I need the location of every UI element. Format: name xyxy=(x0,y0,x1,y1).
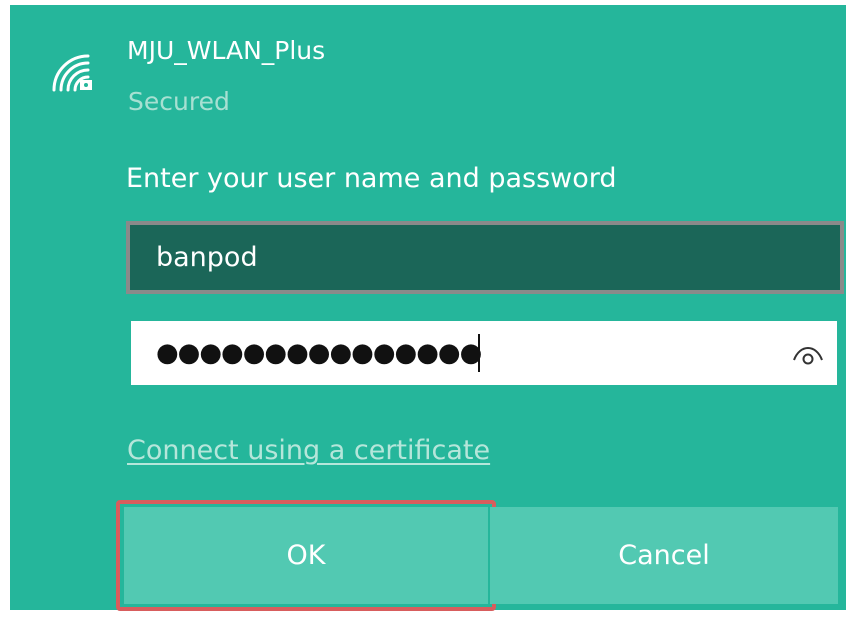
eye-icon[interactable] xyxy=(791,338,825,368)
connect-using-certificate-link[interactable]: Connect using a certificate xyxy=(127,435,490,466)
username-input[interactable]: banpod xyxy=(126,221,844,294)
password-masked-value: ●●●●●●●●●●●●●●● xyxy=(156,338,482,368)
network-name: MJU_WLAN_Plus xyxy=(127,36,326,65)
credentials-prompt: Enter your user name and password xyxy=(126,163,617,194)
password-input[interactable]: ●●●●●●●●●●●●●●● xyxy=(131,321,837,385)
text-caret xyxy=(478,334,480,372)
cancel-button[interactable]: Cancel xyxy=(490,507,838,604)
network-security-status: Secured xyxy=(128,87,230,116)
ok-button[interactable]: OK xyxy=(124,507,488,604)
wifi-secured-icon xyxy=(48,50,96,98)
